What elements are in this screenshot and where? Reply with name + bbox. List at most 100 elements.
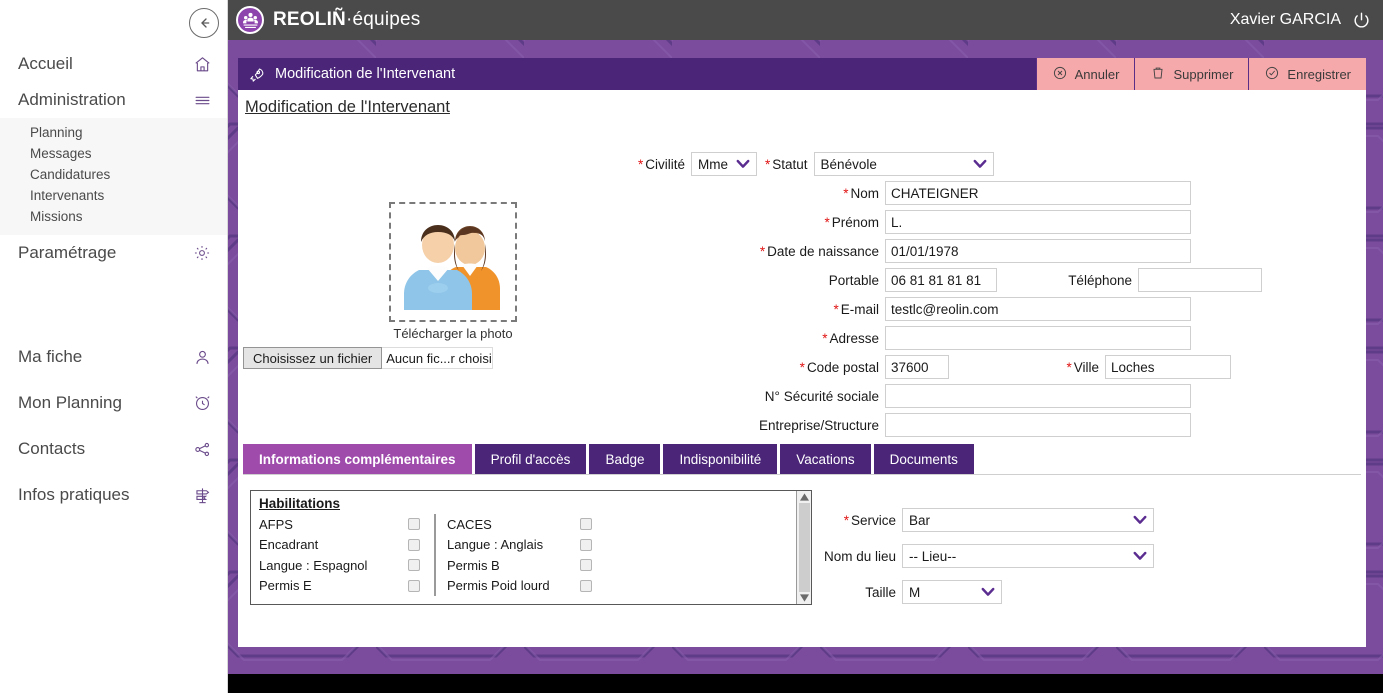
required-marker: *: [765, 156, 771, 172]
taille-select[interactable]: M: [902, 580, 1002, 604]
sidebar-item-contacts[interactable]: Contacts: [0, 431, 227, 467]
chevron-down-icon: [981, 587, 995, 596]
cancel-button-label: Annuler: [1074, 66, 1120, 82]
tab-indisponibilite[interactable]: Indisponibilité: [663, 444, 778, 474]
sidebar-subitem-missions[interactable]: Missions: [0, 206, 227, 227]
nom-du-lieu-select[interactable]: -- Lieu--: [902, 544, 1154, 568]
habilitation-checkbox[interactable]: [580, 518, 592, 531]
sidebar: Accueil Administration Planning Messages…: [0, 0, 228, 693]
service-select[interactable]: Bar: [902, 508, 1154, 532]
home-icon: [191, 53, 213, 75]
signpost-icon: [191, 484, 213, 506]
field-civilite-label: * Civilité: [629, 157, 685, 172]
field-email-label: * E-mail: [629, 302, 879, 317]
sidebar-collapse-row: [0, 0, 227, 46]
civilite-select[interactable]: Mme: [691, 152, 757, 176]
required-marker: *: [759, 243, 766, 259]
hamburger-icon: [191, 89, 213, 111]
required-marker: *: [824, 214, 830, 230]
page-card-titlebar: Modification de l'Intervenant Annuler Su…: [238, 58, 1366, 90]
cancel-button[interactable]: Annuler: [1035, 58, 1136, 90]
portable-input[interactable]: 06 81 81 81 81: [885, 268, 997, 292]
statut-value: Bénévole: [820, 156, 877, 172]
page-card: Modification de l'Intervenant Annuler Su…: [238, 58, 1366, 647]
sidebar-item-label: Mon Planning: [18, 393, 122, 412]
save-button-label: Enregistrer: [1287, 66, 1351, 82]
choose-file-button[interactable]: Choisissez un fichier: [243, 347, 383, 369]
chevron-down-icon: [736, 159, 750, 168]
habilitations-scrollbar[interactable]: [796, 491, 811, 604]
habilitation-checkbox[interactable]: [580, 559, 592, 572]
habilitation-checkbox[interactable]: [408, 518, 420, 531]
field-taille-label: Taille: [865, 584, 896, 600]
scrollbar-thumb[interactable]: [798, 503, 810, 592]
habilitation-label: Permis B: [447, 557, 500, 573]
field-entreprise-label: Entreprise/Structure: [758, 417, 879, 433]
two-people-avatar-icon: [404, 225, 500, 310]
field-adresse-label: * Adresse: [629, 331, 879, 346]
tab-badge[interactable]: Badge: [589, 444, 661, 474]
email-input[interactable]: testlc@reolin.com: [885, 297, 1191, 321]
sidebar-item-administration[interactable]: Administration: [0, 82, 227, 118]
label-text: Ville: [1073, 359, 1099, 375]
page-title: Modification de l'Intervenant: [245, 98, 450, 116]
sidebar-subitem-intervenants[interactable]: Intervenants: [0, 185, 227, 206]
delete-button[interactable]: Supprimer: [1135, 58, 1250, 90]
sidebar-subitem-planning[interactable]: Planning: [0, 122, 227, 143]
secu-input[interactable]: [885, 384, 1191, 408]
sidebar-subitem-messages[interactable]: Messages: [0, 143, 227, 164]
photo-dropzone[interactable]: [389, 202, 517, 322]
field-secu: N° Sécurité sociale: [629, 384, 1191, 408]
sidebar-item-label: Ma fiche: [18, 347, 83, 366]
sidebar-subitem-candidatures[interactable]: Candidatures: [0, 164, 227, 185]
field-portable-label: Portable: [828, 272, 879, 288]
collapse-sidebar-button[interactable]: [189, 8, 219, 38]
tab-vacations[interactable]: Vacations: [780, 444, 871, 474]
sidebar-item-accueil[interactable]: Accueil: [0, 46, 227, 82]
habilitation-checkbox[interactable]: [408, 579, 420, 592]
scroll-up-arrow-icon[interactable]: [799, 493, 809, 501]
entreprise-input[interactable]: [885, 413, 1191, 437]
sidebar-item-parametrage[interactable]: Paramétrage: [0, 235, 227, 271]
sidebar-item-infos-pratiques[interactable]: Infos pratiques: [0, 477, 227, 513]
tab-profil-acces[interactable]: Profil d'accès: [474, 444, 587, 474]
power-icon[interactable]: [1351, 10, 1371, 30]
label-text: Code postal: [806, 359, 879, 375]
nom-input[interactable]: CHATEIGNER: [885, 181, 1191, 205]
habilitation-checkbox[interactable]: [580, 579, 592, 592]
field-secu-label: N° Sécurité sociale: [764, 388, 879, 404]
sidebar-item-ma-fiche[interactable]: Ma fiche: [0, 339, 227, 375]
scroll-down-arrow-icon[interactable]: [799, 594, 809, 602]
field-adresse: * Adresse: [629, 326, 1191, 350]
habilitation-label: CACES: [447, 516, 492, 532]
habilitations-panel: Habilitations AFPS Encadrant Langue : Es…: [250, 490, 812, 605]
save-button[interactable]: Enregistrer: [1249, 58, 1366, 90]
required-marker: *: [833, 301, 839, 317]
page-body: Modification de l'Intervenant Télécharge…: [238, 90, 1366, 647]
date-naissance-input[interactable]: 01/01/1978: [885, 239, 1191, 263]
taille-value: M: [909, 584, 921, 600]
tab-informations-complementaires[interactable]: Informations complémentaires: [243, 444, 472, 474]
delete-button-label: Supprimer: [1173, 66, 1234, 82]
tab-documents[interactable]: Documents: [873, 444, 974, 474]
file-input-row[interactable]: Choisissez un fichier Aucun fic...r choi…: [243, 347, 493, 369]
telephone-input[interactable]: [1138, 268, 1262, 292]
ville-input[interactable]: Loches: [1105, 355, 1231, 379]
habilitation-checkbox[interactable]: [580, 538, 592, 551]
required-marker: *: [799, 359, 805, 375]
photo-caption: Télécharger la photo: [393, 326, 513, 341]
prenom-input[interactable]: L.: [885, 210, 1191, 234]
sidebar-item-mon-planning[interactable]: Mon Planning: [0, 385, 227, 421]
code-postal-input[interactable]: 37600: [885, 355, 949, 379]
habilitation-checkbox[interactable]: [408, 538, 420, 551]
required-marker: *: [637, 156, 644, 172]
adresse-input[interactable]: [885, 326, 1191, 350]
habilitations-column-left: AFPS Encadrant Langue : Espagnol Permis …: [259, 514, 434, 596]
label-text: E-mail: [840, 301, 879, 317]
tab-bar: Informations complémentaires Profil d'ac…: [243, 444, 977, 474]
habilitation-checkbox[interactable]: [408, 559, 420, 572]
label-text: Statut: [772, 156, 808, 172]
statut-select[interactable]: Bénévole: [813, 152, 994, 176]
